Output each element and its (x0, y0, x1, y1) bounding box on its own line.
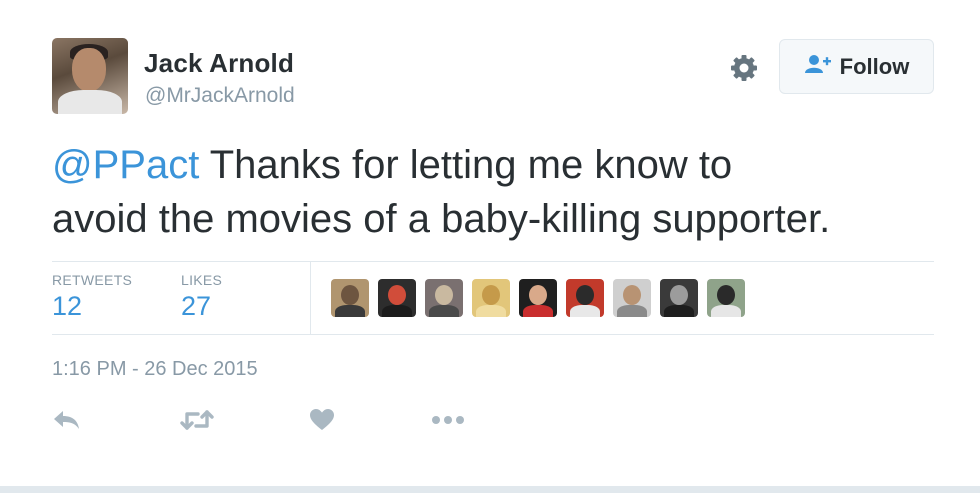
more-icon (431, 413, 465, 431)
gear-icon[interactable] (728, 52, 760, 84)
liker-face (482, 285, 500, 305)
liker-face (435, 285, 453, 305)
liker-body (335, 305, 365, 317)
retweets-label: RETWEETS (52, 272, 133, 288)
stats-divider-top (52, 261, 934, 262)
retweet-button[interactable] (180, 404, 214, 440)
liker-body (429, 305, 459, 317)
liker-body (664, 305, 694, 317)
reply-icon (52, 408, 82, 437)
retweets-stat[interactable]: RETWEETS 12 (52, 272, 132, 322)
follow-button-label: Follow (839, 53, 910, 79)
avatar[interactable] (52, 38, 128, 114)
liker-face (623, 285, 641, 305)
liker-face (717, 285, 735, 305)
likes-count: 27 (181, 291, 212, 321)
avatar-shirt (58, 90, 122, 114)
liker-body (617, 305, 647, 317)
retweet-icon (180, 408, 214, 437)
like-button[interactable] (309, 404, 335, 440)
liker-avatars (331, 279, 745, 317)
liker-avatar-1[interactable] (331, 279, 369, 317)
follow-button[interactable]: Follow (779, 39, 934, 94)
liker-body (711, 305, 741, 317)
liker-face (529, 285, 547, 305)
liker-face (341, 285, 359, 305)
liker-avatar-2[interactable] (378, 279, 416, 317)
liker-body (523, 305, 553, 317)
liker-face (670, 285, 688, 305)
tweet-card: Jack Arnold @MrJackArnold Follow @PPact … (0, 0, 980, 486)
stats-divider-bottom (52, 334, 934, 335)
likes-stat[interactable]: LIKES 27 (181, 272, 222, 322)
mention-link[interactable]: @PPact (52, 143, 199, 187)
likes-label: LIKES (181, 272, 223, 288)
tweet-text: @PPact Thanks for letting me know to avo… (52, 138, 952, 246)
more-button[interactable] (431, 404, 465, 440)
liker-body (382, 305, 412, 317)
user-handle[interactable]: @MrJackArnold (145, 84, 295, 108)
liker-avatar-8[interactable] (660, 279, 698, 317)
add-user-icon (804, 53, 832, 80)
liker-avatar-6[interactable] (566, 279, 604, 317)
tweet-timestamp[interactable]: 1:16 PM - 26 Dec 2015 (52, 358, 258, 381)
liker-avatar-3[interactable] (425, 279, 463, 317)
liker-face (576, 285, 594, 305)
avatar-face (72, 48, 106, 92)
stats-divider-vertical (310, 262, 311, 334)
liker-avatar-5[interactable] (519, 279, 557, 317)
liker-avatar-4[interactable] (472, 279, 510, 317)
liker-face (388, 285, 406, 305)
liker-avatar-9[interactable] (707, 279, 745, 317)
reply-button[interactable] (52, 404, 82, 440)
liker-avatar-7[interactable] (613, 279, 651, 317)
user-name[interactable]: Jack Arnold (144, 48, 294, 79)
tweet-actions (0, 404, 980, 440)
liker-body (476, 305, 506, 317)
liker-body (570, 305, 600, 317)
retweets-count: 12 (52, 291, 83, 321)
like-icon (309, 408, 335, 437)
bottom-border (0, 486, 980, 493)
